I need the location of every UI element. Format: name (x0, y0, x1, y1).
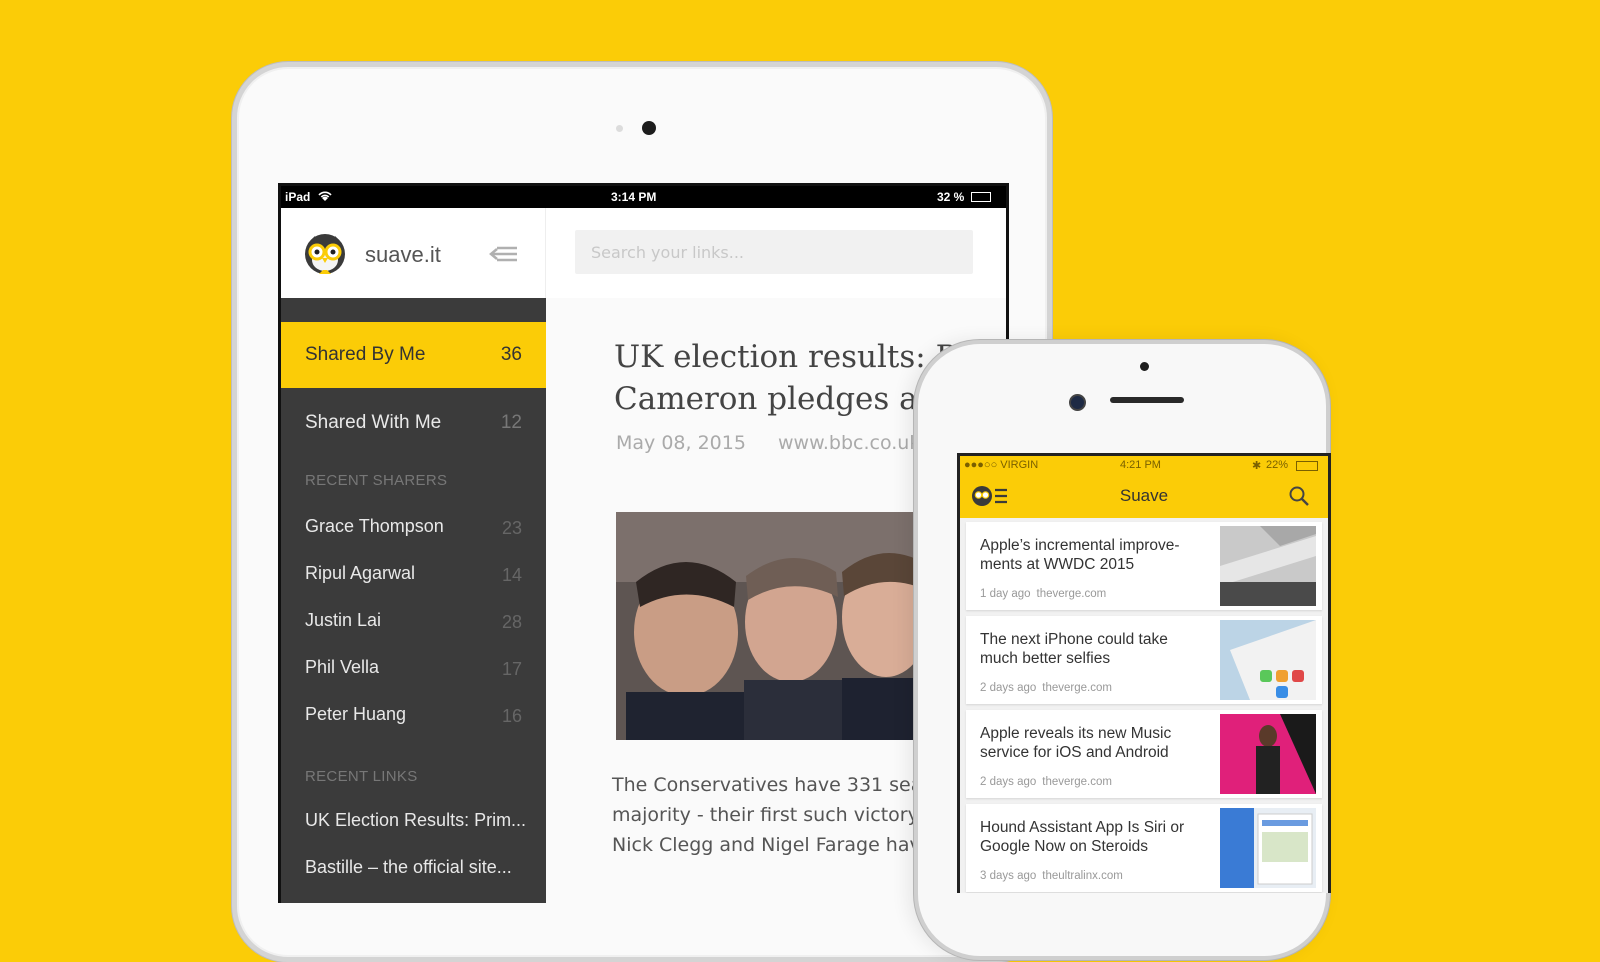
status-battery: 32 % (937, 190, 965, 204)
article-date: May 08, 2015 (616, 432, 746, 454)
sidebar-item-shared-with-me[interactable]: Shared With Me 12 (281, 390, 546, 456)
search-input[interactable] (575, 230, 973, 274)
link-card[interactable]: Apple’s incremental improve-ments at WWD… (966, 522, 1322, 610)
card-time: 1 day ago (980, 588, 1031, 600)
card-meta: 1 day ago theverge.com (980, 588, 1106, 600)
sharer-item[interactable]: Grace Thompson 23 (281, 508, 546, 548)
collapse-menu-icon[interactable] (489, 244, 519, 264)
sharer-count: 16 (501, 706, 522, 726)
nav-count: 12 (500, 412, 522, 433)
card-meta: 2 days ago theverge.com (980, 776, 1112, 788)
sharer-name: Peter Huang (305, 704, 407, 724)
card-title: Apple’s incremental improve-ments at WWD… (980, 537, 1180, 573)
search-icon[interactable] (1288, 485, 1310, 507)
card-title: The next iPhone could take much better s… (980, 631, 1168, 667)
battery-icon (1296, 461, 1318, 471)
link-card[interactable]: The next iPhone could take much better s… (966, 616, 1322, 704)
sharer-count: 17 (501, 659, 522, 679)
card-title: Hound Assistant App Is Siri or Google No… (980, 819, 1185, 855)
status-battery: 22% (1266, 459, 1289, 471)
sharer-item[interactable]: Justin Lai 28 (281, 602, 546, 642)
ipad-sensor (616, 125, 623, 132)
status-time: 4:21 PM (1120, 459, 1161, 471)
card-time: 2 days ago (980, 776, 1037, 788)
owl-logo-icon[interactable] (301, 228, 349, 276)
link-card[interactable]: Apple reveals its new Music service for … (966, 710, 1322, 798)
card-source: theverge.com (1042, 776, 1112, 788)
ipad-status-bar: iPad 3:14 PM 32 % (281, 186, 1006, 208)
article-image (616, 512, 936, 740)
sharer-name: Grace Thompson (305, 516, 444, 536)
sharer-count: 28 (501, 612, 522, 632)
brand-name: suave.it (365, 242, 441, 267)
iphone-speaker (1110, 397, 1184, 403)
recent-links-heading: RECENT LINKS (305, 768, 418, 785)
card-meta: 2 days ago theverge.com (980, 682, 1112, 694)
nav-label: Shared With Me (305, 412, 442, 433)
card-meta: 3 days ago theultralinx.com (980, 870, 1123, 882)
sidebar-item-shared-by-me[interactable]: Shared By Me 36 (281, 322, 546, 388)
battery-icon (971, 192, 991, 202)
sharer-item[interactable]: Phil Vella 17 (281, 649, 546, 689)
iphone-status-bar: ●●●○○ VIRGIN 4:21 PM ✱ 22% (960, 456, 1328, 474)
article-source[interactable]: www.bbc.co.uk (778, 432, 920, 454)
card-thumbnail (1220, 620, 1316, 700)
status-time: 3:14 PM (611, 190, 657, 204)
iphone-nav-bar: Suave (960, 474, 1328, 518)
card-source: theverge.com (1036, 588, 1107, 600)
iphone-camera (1069, 394, 1086, 411)
link-card[interactable]: Hound Assistant App Is Siri or Google No… (966, 804, 1322, 892)
bluetooth-icon: ✱ (1252, 460, 1262, 472)
card-source: theultralinx.com (1042, 870, 1123, 882)
ipad-camera (642, 121, 656, 135)
card-title: Apple reveals its new Music service for … (980, 725, 1172, 761)
sharer-count: 23 (501, 518, 522, 538)
iphone-screen: ●●●○○ VIRGIN 4:21 PM ✱ 22% Suave Apple’s… (957, 453, 1331, 893)
sharer-count: 14 (501, 565, 522, 585)
status-carrier: iPad (285, 190, 311, 204)
sharer-name: Ripul Agarwal (305, 563, 416, 583)
card-thumbnail (1220, 526, 1316, 606)
sharer-item[interactable]: Ripul Agarwal 14 (281, 555, 546, 595)
recent-link-item[interactable]: Bastille – the official site... (305, 857, 535, 878)
nav-label: Shared By Me (305, 344, 426, 365)
nav-count: 36 (500, 344, 522, 365)
app-header: suave.it (281, 208, 1006, 299)
card-thumbnail (1220, 714, 1316, 794)
app-title: Suave (1119, 486, 1169, 505)
card-source: theverge.com (1042, 682, 1112, 694)
status-carrier: ●●●○○ VIRGIN (964, 459, 1039, 471)
sidebar: Shared By Me 36 Shared With Me 12 RECENT… (281, 298, 546, 903)
card-thumbnail (1220, 808, 1316, 888)
recent-sharers-heading: RECENT SHARERS (305, 472, 448, 489)
iphone-sensor (1140, 362, 1149, 371)
ipad-screen: iPad 3:14 PM 32 % suave.it Search your l… (278, 183, 1009, 903)
card-time: 3 days ago (980, 870, 1037, 882)
sharer-name: Phil Vella (305, 657, 380, 677)
recent-link-item[interactable]: UK Election Results: Prim... (305, 810, 535, 831)
sharer-name: Justin Lai (305, 610, 382, 630)
sharer-item[interactable]: Peter Huang 16 (281, 696, 546, 736)
header-divider (545, 208, 546, 298)
card-time: 2 days ago (980, 682, 1037, 694)
article-meta: May 08, 2015 www.bbc.co.uk (616, 432, 920, 454)
wifi-icon (317, 190, 333, 205)
